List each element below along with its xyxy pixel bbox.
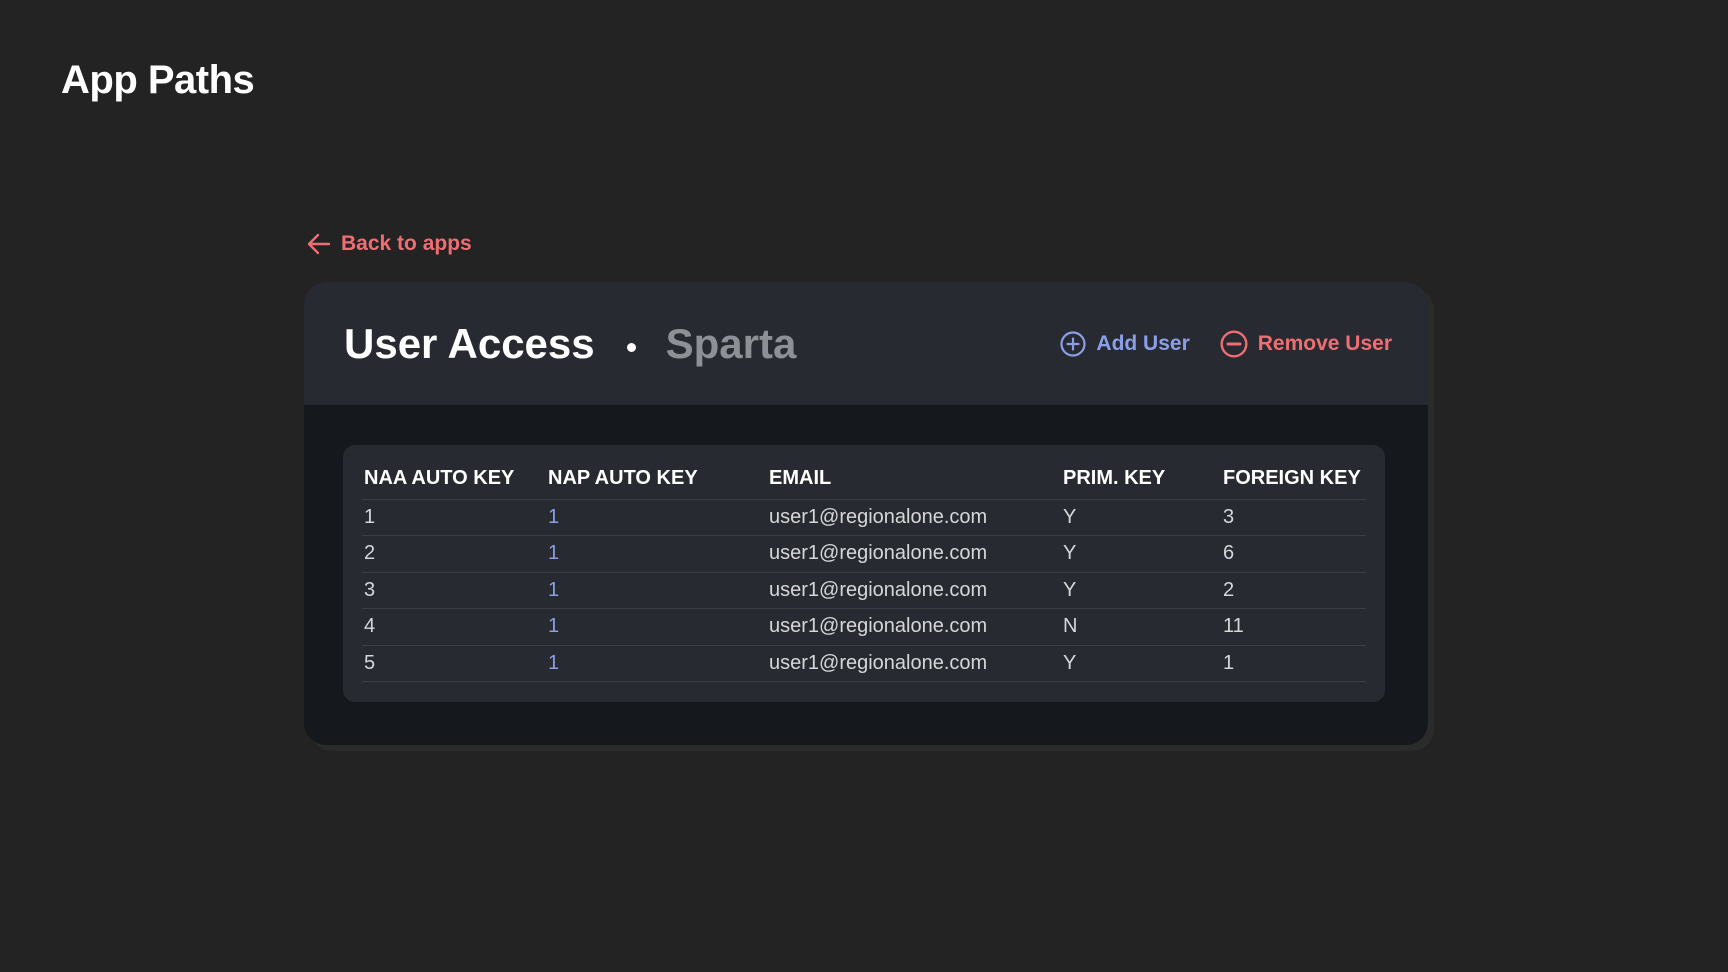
arrow-left-icon — [307, 233, 331, 255]
back-link-label: Back to apps — [341, 232, 472, 255]
cell-nap-auto-key[interactable]: 1 — [546, 572, 767, 609]
cell-email: user1@regionalone.com — [767, 572, 1061, 609]
cell-nap-auto-key[interactable]: 1 — [546, 535, 767, 573]
table-row[interactable]: 4 1 user1@regionalone.com N 11 — [362, 608, 1366, 646]
cell-naa-auto-key: 3 — [362, 572, 546, 609]
card-header: User Access Sparta Add User Remove User — [304, 282, 1428, 405]
add-user-label: Add User — [1096, 331, 1190, 355]
card-subtitle: Sparta — [665, 319, 797, 367]
cell-naa-auto-key: 2 — [362, 535, 546, 573]
cell-prim-key: Y — [1061, 645, 1221, 682]
table-row[interactable]: 1 1 user1@regionalone.com Y 3 — [362, 499, 1366, 536]
cell-email: user1@regionalone.com — [767, 645, 1061, 682]
cell-foreign-key: 3 — [1221, 499, 1366, 536]
remove-user-label: Remove User — [1257, 331, 1392, 355]
plus-circle-icon — [1060, 330, 1087, 357]
cell-email: user1@regionalone.com — [767, 535, 1061, 573]
cell-nap-auto-key[interactable]: 1 — [546, 499, 767, 536]
user-access-table: NAA AUTO KEY NAP AUTO KEY EMAIL PRIM. KE… — [362, 459, 1366, 682]
page-title: App Paths — [61, 58, 255, 102]
cell-foreign-key: 6 — [1221, 535, 1366, 573]
cell-naa-auto-key: 1 — [362, 499, 546, 536]
user-table-container: NAA AUTO KEY NAP AUTO KEY EMAIL PRIM. KE… — [343, 445, 1385, 702]
column-header-prim-key[interactable]: PRIM. KEY — [1061, 459, 1221, 500]
table-header-row: NAA AUTO KEY NAP AUTO KEY EMAIL PRIM. KE… — [362, 459, 1366, 500]
cell-email: user1@regionalone.com — [767, 499, 1061, 536]
remove-user-button[interactable]: Remove User — [1220, 329, 1392, 358]
user-access-card: User Access Sparta Add User Remove User — [304, 282, 1428, 745]
add-user-button[interactable]: Add User — [1060, 330, 1190, 357]
cell-prim-key: Y — [1061, 499, 1221, 536]
column-header-nap-auto-key[interactable]: NAP AUTO KEY — [546, 459, 767, 500]
cell-foreign-key: 1 — [1221, 645, 1366, 682]
card-title: User Access — [344, 319, 595, 367]
cell-nap-auto-key[interactable]: 1 — [546, 608, 767, 646]
cell-prim-key: N — [1061, 608, 1221, 646]
cell-prim-key: Y — [1061, 572, 1221, 609]
back-to-apps-link[interactable]: Back to apps — [307, 232, 472, 256]
table-row[interactable]: 5 1 user1@regionalone.com Y 1 — [362, 645, 1366, 682]
cell-naa-auto-key: 5 — [362, 645, 546, 682]
column-header-email[interactable]: EMAIL — [767, 459, 1061, 500]
cell-naa-auto-key: 4 — [362, 608, 546, 646]
cell-nap-auto-key[interactable]: 1 — [546, 645, 767, 682]
cell-email: user1@regionalone.com — [767, 608, 1061, 646]
table-row[interactable]: 2 1 user1@regionalone.com Y 6 — [362, 535, 1366, 573]
column-header-naa-auto-key[interactable]: NAA AUTO KEY — [362, 459, 546, 500]
column-header-foreign-key[interactable]: FOREIGN KEY — [1221, 459, 1366, 500]
cell-foreign-key: 11 — [1221, 608, 1366, 646]
table-row[interactable]: 3 1 user1@regionalone.com Y 2 — [362, 572, 1366, 609]
cell-foreign-key: 2 — [1221, 572, 1366, 609]
title-separator-dot — [626, 343, 636, 352]
minus-circle-icon — [1220, 329, 1248, 358]
cell-prim-key: Y — [1061, 535, 1221, 573]
